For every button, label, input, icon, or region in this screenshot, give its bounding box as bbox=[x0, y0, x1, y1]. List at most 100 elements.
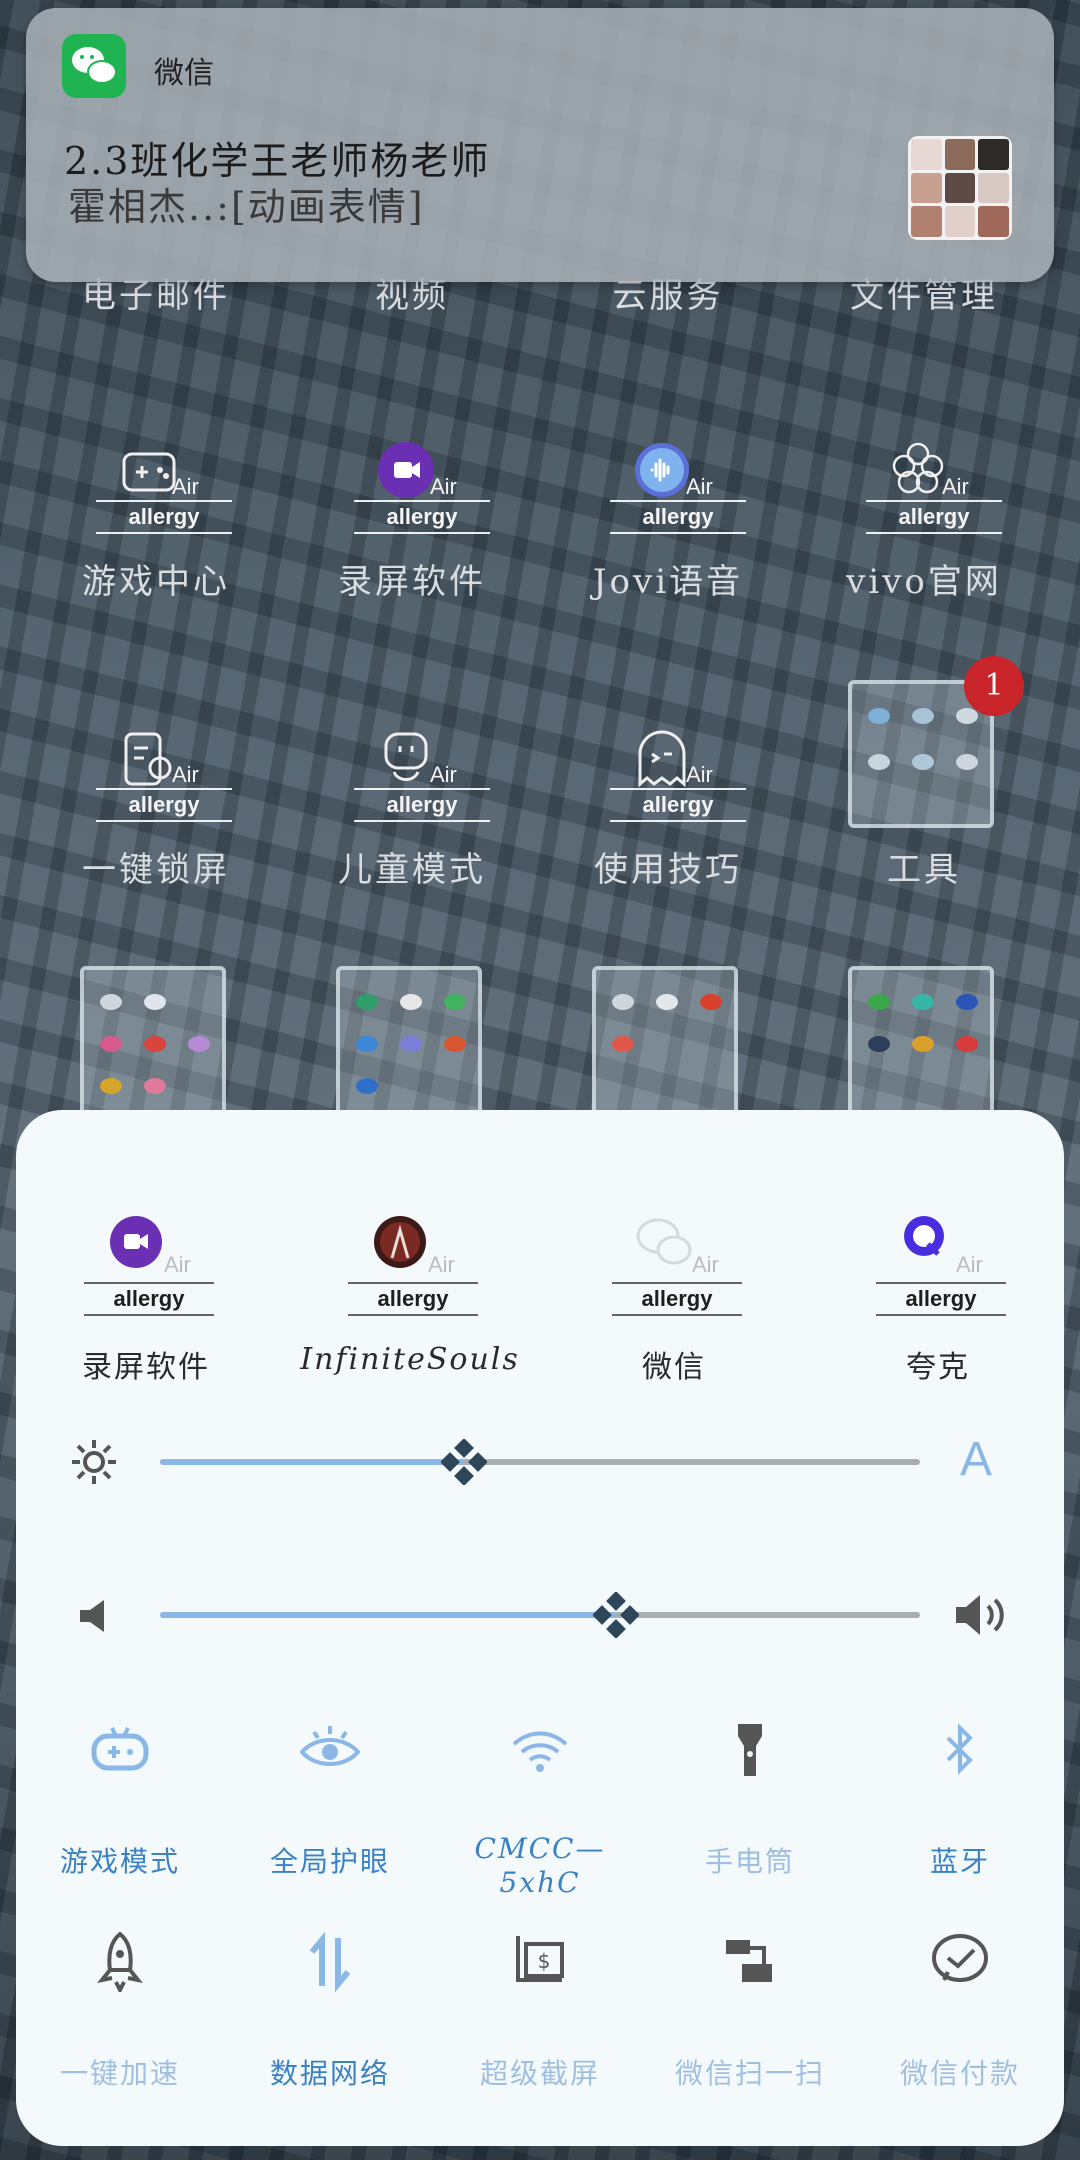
wechat-pay-icon bbox=[930, 1932, 990, 1992]
home-label-tips: 使用技巧 bbox=[594, 850, 742, 890]
recent-app-screen-record[interactable]: Air allergy bbox=[66, 1214, 216, 1316]
folder-app-icon bbox=[656, 994, 678, 1010]
flashlight-icon bbox=[720, 1720, 780, 1780]
bluetooth-icon bbox=[930, 1720, 990, 1780]
folder-app-icon bbox=[912, 1036, 934, 1052]
brightness-thumb[interactable] bbox=[440, 1438, 488, 1486]
wechat-icon bbox=[62, 34, 126, 98]
folder-app-icon bbox=[612, 994, 634, 1010]
screenshot-icon: $ bbox=[510, 1932, 570, 1992]
folder-app-icon bbox=[444, 994, 466, 1010]
toggle-label: 微信扫一扫 bbox=[674, 2057, 825, 2090]
allergy-watermark: allergy bbox=[610, 500, 746, 534]
eye-care-icon bbox=[299, 1720, 361, 1780]
home-label-game-center: 游戏中心 bbox=[82, 562, 230, 602]
toggle-flashlight[interactable]: 手电筒 bbox=[650, 1720, 850, 1920]
home-app-jovi-voice[interactable]: Air allergy bbox=[610, 440, 760, 550]
recent-app-wechat[interactable]: Air allergy bbox=[594, 1214, 744, 1316]
air-watermark: Air bbox=[686, 762, 713, 787]
toggle-label: 全局护眼 bbox=[269, 1845, 390, 1878]
folder-app-icon bbox=[912, 994, 934, 1010]
volume-slider[interactable] bbox=[160, 1591, 920, 1639]
brightness-slider[interactable] bbox=[160, 1438, 920, 1486]
folder-app-icon bbox=[100, 1078, 122, 1094]
brightness-fill bbox=[160, 1459, 464, 1465]
folder-app-icon bbox=[188, 1036, 210, 1052]
group-avatar bbox=[908, 136, 1012, 240]
folder-app-icon bbox=[356, 1078, 378, 1094]
air-watermark: Air bbox=[692, 1252, 719, 1277]
toggle-label: 超级截屏 bbox=[479, 2057, 600, 2090]
folder-app-icon bbox=[356, 1036, 378, 1052]
toggle-eye-care[interactable]: 全局护眼 bbox=[230, 1720, 430, 1920]
folder-app-icon bbox=[400, 1036, 422, 1052]
folder-app-icon bbox=[868, 1036, 890, 1052]
recent-app-quark[interactable]: Air allergy bbox=[858, 1214, 1008, 1316]
home-app-game-center[interactable]: Air allergy bbox=[96, 440, 246, 550]
folder-app-icon bbox=[956, 708, 978, 724]
toggle-label: 手电筒 bbox=[704, 1845, 795, 1878]
home-label-lock-screen: 一键锁屏 bbox=[82, 850, 230, 890]
svg-text:$: $ bbox=[538, 1949, 551, 1973]
data-network-icon bbox=[300, 1931, 360, 1993]
toggle-bluetooth[interactable]: 蓝牙 bbox=[860, 1720, 1060, 1920]
home-label-vivo: vivo官网 bbox=[846, 562, 1002, 602]
home-folder-3[interactable] bbox=[592, 966, 738, 1116]
toggle-game-mode[interactable]: 游戏模式 bbox=[20, 1720, 220, 1920]
toggle-data-network[interactable]: 数据网络 bbox=[230, 1931, 430, 2132]
recent-app-label: 录屏软件 bbox=[82, 1350, 210, 1385]
auto-brightness-button[interactable]: A bbox=[960, 1432, 992, 1487]
recent-app-infinitesouls[interactable]: Air allergy bbox=[330, 1214, 480, 1316]
home-folder-4[interactable] bbox=[848, 966, 994, 1116]
toggle-label: 蓝牙 bbox=[929, 1845, 990, 1878]
air-watermark: Air bbox=[164, 1252, 191, 1277]
folder-app-icon bbox=[912, 754, 934, 770]
home-folder-1[interactable] bbox=[80, 966, 226, 1116]
home-app-vivo-site[interactable]: Air allergy bbox=[866, 440, 1016, 550]
game-mode-icon bbox=[90, 1720, 150, 1780]
allergy-watermark: allergy bbox=[876, 1282, 1006, 1316]
quark-icon bbox=[898, 1214, 958, 1274]
folder-app-icon bbox=[100, 1036, 122, 1052]
volume-low-icon bbox=[76, 1596, 116, 1636]
air-watermark: Air bbox=[172, 474, 199, 499]
air-watermark: Air bbox=[956, 1252, 983, 1277]
folder-app-icon bbox=[956, 1036, 978, 1052]
home-label-screen-record: 录屏软件 bbox=[338, 562, 486, 602]
wechat-notification[interactable]: 微信 2.3班化学王老师杨老师 霍相杰..:[动画表情] bbox=[26, 8, 1054, 282]
screen-record-icon bbox=[106, 1214, 166, 1274]
folder-app-icon bbox=[100, 994, 122, 1010]
allergy-watermark: allergy bbox=[348, 1282, 478, 1316]
air-watermark: Air bbox=[428, 1252, 455, 1277]
home-app-screen-record[interactable]: Air allergy bbox=[354, 440, 504, 550]
folder-app-icon bbox=[612, 1036, 634, 1052]
toggle-wifi[interactable]: CMCC—5xhC bbox=[440, 1720, 640, 1920]
wifi-icon bbox=[510, 1720, 570, 1780]
folder-app-icon bbox=[356, 994, 378, 1010]
folder-app-icon bbox=[868, 754, 890, 770]
toggle-super-screenshot[interactable]: $ 超级截屏 bbox=[440, 1932, 640, 2132]
volume-thumb[interactable] bbox=[592, 1591, 640, 1639]
allergy-watermark: allergy bbox=[354, 788, 490, 822]
folder-app-icon bbox=[956, 994, 978, 1010]
toggle-wechat-pay[interactable]: 微信付款 bbox=[860, 1932, 1060, 2132]
air-watermark: Air bbox=[942, 474, 969, 499]
home-folder-2[interactable] bbox=[336, 966, 482, 1116]
rocket-icon bbox=[90, 1931, 150, 1995]
folder-app-icon bbox=[868, 708, 890, 724]
air-watermark: Air bbox=[686, 474, 713, 499]
folder-app-icon bbox=[144, 994, 166, 1010]
volume-high-icon bbox=[952, 1590, 1012, 1640]
toggle-label: 数据网络 bbox=[269, 2057, 390, 2090]
toggle-label: 微信付款 bbox=[899, 2057, 1020, 2090]
toggle-wechat-scan[interactable]: 微信扫一扫 bbox=[650, 1932, 850, 2132]
allergy-watermark: allergy bbox=[96, 788, 232, 822]
toggle-boost[interactable]: 一键加速 bbox=[20, 1931, 220, 2132]
folder-app-icon bbox=[912, 708, 934, 724]
home-app-lock-screen[interactable]: Air allergy bbox=[96, 728, 246, 838]
home-app-tips[interactable]: Air allergy bbox=[610, 728, 760, 838]
toggle-label: 游戏模式 bbox=[59, 1845, 180, 1878]
recent-app-label: 夸克 bbox=[906, 1350, 970, 1385]
brightness-icon bbox=[70, 1438, 118, 1486]
home-app-kids-mode[interactable]: Air allergy bbox=[354, 728, 504, 838]
